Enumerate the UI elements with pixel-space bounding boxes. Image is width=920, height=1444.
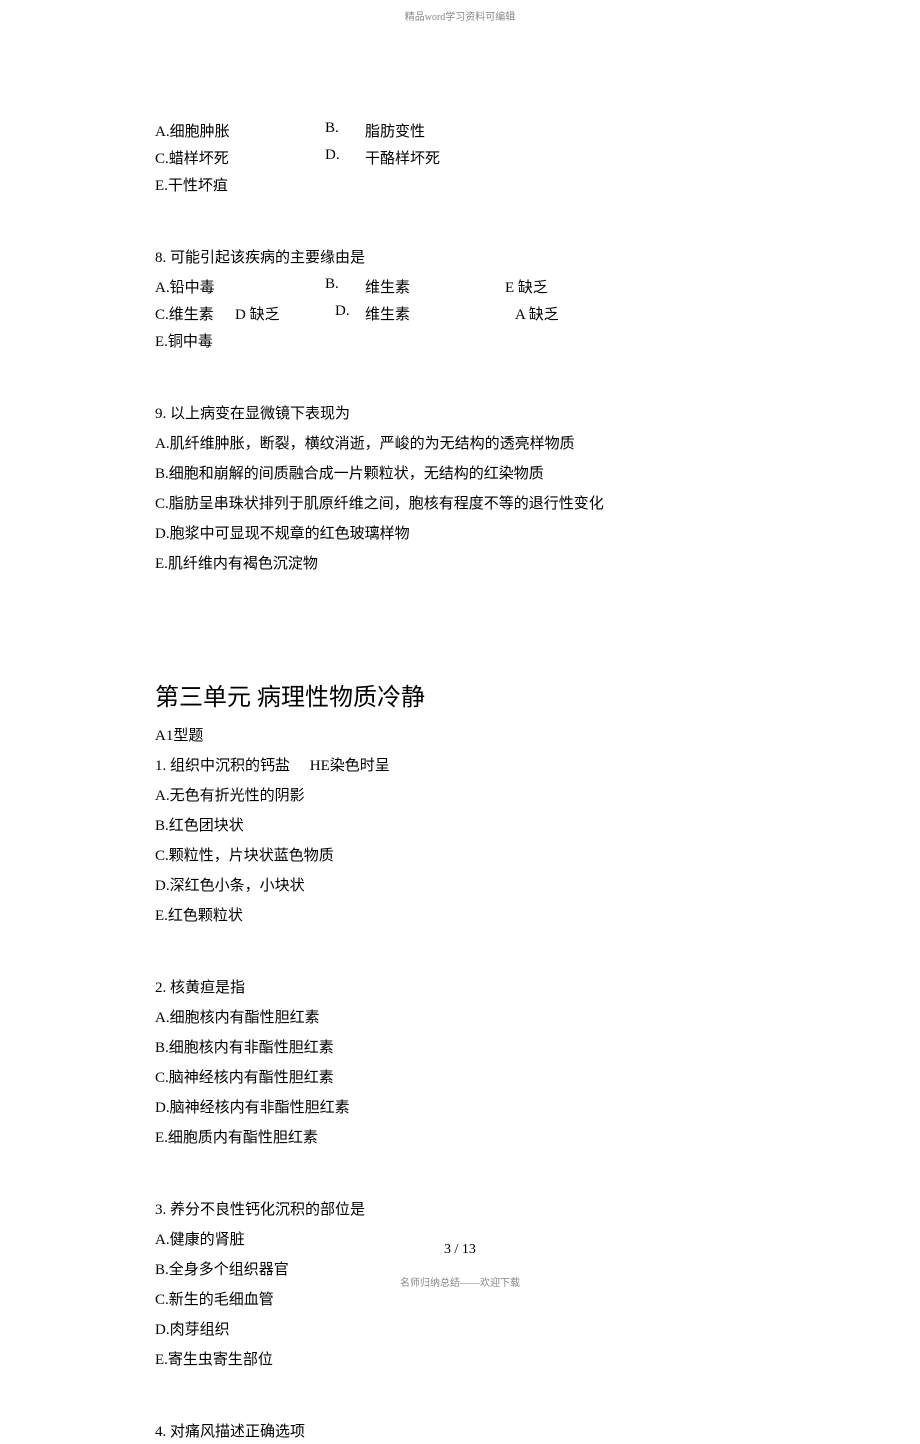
q8-option-d-text2: A 缺乏 — [515, 303, 575, 324]
q8-option-b-text1: 维生素 — [365, 276, 505, 297]
u3q2-option-c: C.脑神经核内有酯性胆红素 — [155, 1066, 765, 1090]
q9-option-c: C.脂肪呈串珠状排列于肌原纤维之间，胞核有程度不等的退行性变化 — [155, 492, 765, 516]
q9-option-e: E.肌纤维内有褐色沉淀物 — [155, 552, 765, 576]
a1-type-label: A1型题 — [155, 724, 765, 748]
q9-option-a: A.肌纤维肿胀，断裂，横纹消逝，严峻的为无结构的透亮样物质 — [155, 432, 765, 456]
option-d-text: 干酪样坏死 — [365, 147, 515, 168]
q8-stem: 8. 可能引起该疾病的主要缘由是 — [155, 246, 765, 270]
option-b-text: 脂肪变性 — [365, 120, 515, 141]
u3q1-option-d: D.深红色小条，小块状 — [155, 874, 765, 898]
q8-option-b-text2: E 缺乏 — [505, 276, 565, 297]
u3q1-option-e: E.红色颗粒状 — [155, 904, 765, 928]
q9-option-b: B.细胞和崩解的间质融合成一片颗粒状，无结构的红染物质 — [155, 462, 765, 486]
u3q1-option-c: C.颗粒性，片块状蓝色物质 — [155, 844, 765, 868]
u3q3-option-d: D.肉芽组织 — [155, 1318, 765, 1342]
unit3-heading: 第三单元 病理性物质冷静 — [155, 677, 765, 712]
u3q3-option-e: E.寄生虫寄生部位 — [155, 1348, 765, 1372]
option-e: E.干性坏疽 — [155, 174, 765, 198]
q8-option-b-label: B. — [325, 276, 365, 297]
u3q3-option-c: C.新生的毛细血管 — [155, 1288, 765, 1312]
header-watermark: 精品word学习资料可编辑 — [0, 8, 920, 23]
option-c: C.蜡样坏死 — [155, 147, 325, 168]
q9-option-d: D.胞浆中可显现不规章的红色玻璃样物 — [155, 522, 765, 546]
q8-option-a: A.铅中毒 — [155, 276, 325, 297]
q8-option-c: C.维生素 — [155, 303, 235, 324]
option-b-label: B. — [325, 120, 365, 141]
option-d-label: D. — [325, 147, 365, 168]
u3q2-option-e: E.细胞质内有酯性胆红素 — [155, 1126, 765, 1150]
q8-option-c-mid: D 缺乏 — [235, 303, 335, 324]
option-a: A.细胞肿胀 — [155, 120, 325, 141]
u3q1-stem-b: HE染色时呈 — [310, 758, 390, 774]
u3q2-option-b: B.细胞核内有非酯性胆红素 — [155, 1036, 765, 1060]
q8-options-row2: C.维生素 D 缺乏 D. 维生素 A 缺乏 — [155, 303, 765, 324]
q8-option-d-label: D. — [335, 303, 365, 324]
u3q2-option-d: D.脑神经核内有非酯性胆红素 — [155, 1096, 765, 1120]
q9-stem: 9. 以上病变在显微镜下表现为 — [155, 402, 765, 426]
u3q2-option-a: A.细胞核内有酯性胆红素 — [155, 1006, 765, 1030]
u3q1-option-a: A.无色有折光性的阴影 — [155, 784, 765, 808]
footer-watermark: 名师归纳总结——欢迎下载 — [0, 1274, 920, 1289]
u3q2-stem: 2. 核黄疸是指 — [155, 976, 765, 1000]
u3q1-option-b: B.红色团块状 — [155, 814, 765, 838]
q8-option-e: E.铜中毒 — [155, 330, 765, 354]
q8-options-row1: A.铅中毒 B. 维生素 E 缺乏 — [155, 276, 765, 297]
document-content: A.细胞肿胀 B. 脂肪变性 C.蜡样坏死 D. 干酪样坏死 E.干性坏疽 8.… — [0, 0, 920, 1444]
u3q1-stem: 1. 组织中沉积的钙盐 HE染色时呈 — [155, 754, 765, 778]
page-number: 3 / 13 — [0, 1242, 920, 1258]
q8-option-d-text1: 维生素 — [365, 303, 515, 324]
u3q3-stem: 3. 养分不良性钙化沉积的部位是 — [155, 1198, 765, 1222]
u3q1-stem-a: 1. 组织中沉积的钙盐 — [155, 758, 290, 774]
prev-question-options: A.细胞肿胀 B. 脂肪变性 C.蜡样坏死 D. 干酪样坏死 — [155, 120, 765, 168]
u3q4-stem: 4. 对痛风描述正确选项 — [155, 1420, 765, 1444]
